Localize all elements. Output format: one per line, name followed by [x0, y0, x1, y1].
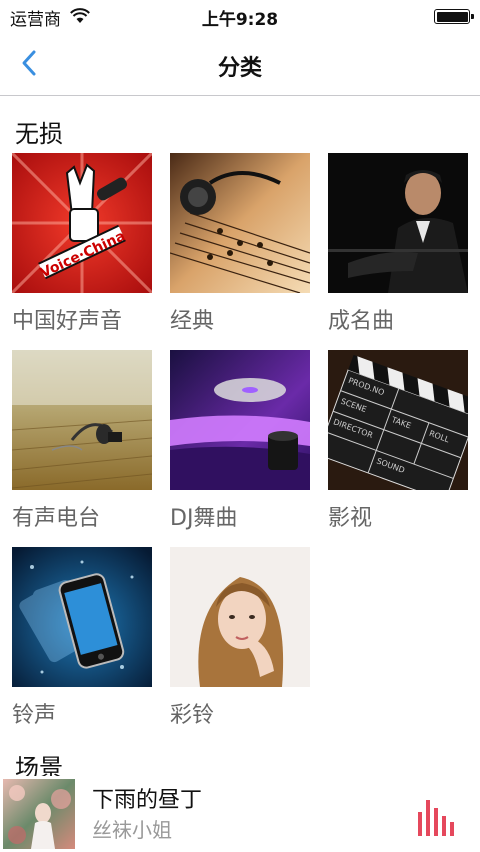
- song-title: 下雨的昼丁: [92, 788, 203, 813]
- section-title-lossless: 无损: [15, 120, 63, 148]
- tile-label: 彩铃: [170, 703, 215, 728]
- nav-bar: 分类: [0, 32, 480, 96]
- battery-nub: [471, 14, 474, 19]
- tile-label: 铃声: [12, 703, 57, 728]
- category-tile-color-ringtones[interactable]: 彩铃: [170, 547, 310, 729]
- category-tile-voice-of-china[interactable]: Voice·China 中国好声音: [12, 153, 152, 335]
- battery-fill: [436, 11, 468, 22]
- tile-label: 有声电台: [12, 506, 101, 531]
- tile-label: 中国好声音: [12, 309, 123, 334]
- category-tile-ringtones[interactable]: 铃声: [12, 547, 152, 729]
- category-tile-radio[interactable]: 有声电台: [12, 350, 152, 532]
- singer-portrait-image: [328, 153, 468, 293]
- sheet-music-image: [170, 153, 310, 293]
- dj-turntable-image: [170, 350, 310, 490]
- tile-label: 成名曲: [328, 309, 395, 334]
- woman-portrait-image: [170, 547, 310, 687]
- status-bar: 运营商 上午9:28: [0, 0, 480, 32]
- category-tile-dj-dance[interactable]: DJ舞曲: [170, 350, 310, 532]
- artist-name: 丝袜小姐: [92, 818, 172, 842]
- clapperboard-image: PROD.NOSCENETAKE ROLLDIRECTORSOUND: [328, 350, 468, 490]
- category-tile-classic[interactable]: 经典: [170, 153, 310, 335]
- headphones-table-image: [12, 350, 152, 490]
- page-title: 分类: [217, 56, 262, 81]
- tile-label: DJ舞曲: [170, 506, 238, 531]
- smartphone-image: [12, 547, 152, 687]
- category-tile-hit-songs[interactable]: 成名曲: [328, 153, 468, 335]
- equalizer-icon[interactable]: [416, 800, 456, 836]
- mini-player[interactable]: 下雨的昼丁 丝袜小姐: [0, 776, 480, 852]
- album-cover: [3, 779, 75, 849]
- battery-icon: [434, 9, 474, 24]
- status-time: 上午9:28: [201, 10, 279, 30]
- voice-of-china-image: Voice·China: [12, 153, 152, 293]
- tile-label: 经典: [170, 309, 215, 334]
- tile-label: 影视: [328, 506, 373, 531]
- category-tile-film-tv[interactable]: PROD.NO SCENE TAKE ROLL DIRECTOR SOUND 影视: [328, 350, 468, 532]
